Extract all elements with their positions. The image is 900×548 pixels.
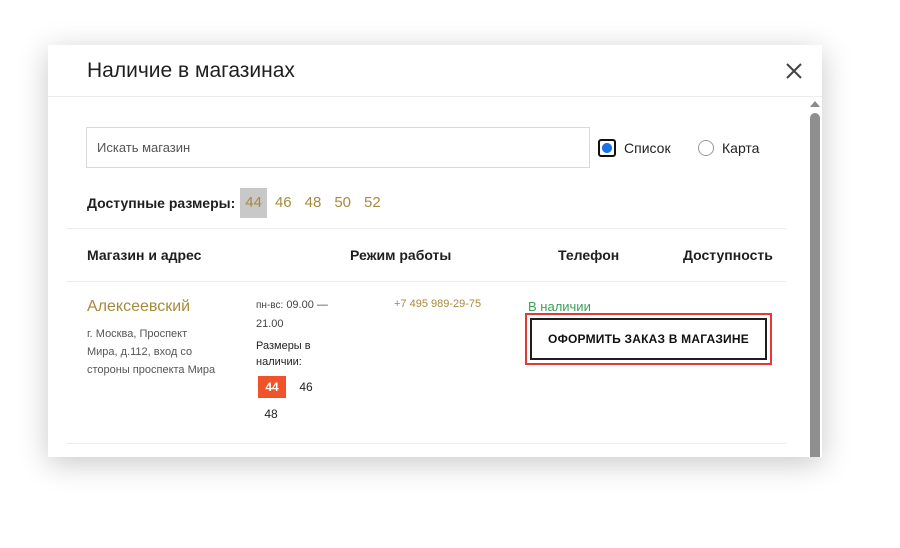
- scroll-up-arrow-icon[interactable]: [810, 101, 820, 107]
- stock-size-44: 44: [258, 376, 286, 398]
- row-bottom-divider: [66, 443, 786, 444]
- sizes-in-stock-label: Размеры в наличии:: [256, 340, 311, 368]
- store-search-input[interactable]: [86, 127, 590, 168]
- view-list-radio[interactable]: Список: [598, 138, 671, 158]
- header-availability: Доступность: [683, 247, 773, 263]
- size-chip-48[interactable]: 48: [300, 188, 327, 218]
- close-button[interactable]: [784, 61, 804, 81]
- scrollbar-thumb[interactable]: [810, 113, 820, 457]
- size-chip-46[interactable]: 46: [270, 188, 297, 218]
- size-chip-50[interactable]: 50: [329, 188, 356, 218]
- close-icon: [786, 63, 802, 79]
- list-radio-checked-icon[interactable]: [598, 139, 616, 157]
- order-in-store-button[interactable]: ОФОРМИТЬ ЗАКАЗ В МАГАЗИНЕ: [530, 318, 767, 360]
- modal-title: Наличие в магазинах: [87, 59, 295, 82]
- hours-days: пн-вс:: [256, 300, 284, 311]
- available-sizes-filter: Доступные размеры: 44 46 48 50 52: [87, 188, 389, 218]
- stock-size-48: 48: [264, 407, 278, 421]
- store-availability-modal: Наличие в магазинах Список Карта Доступн…: [48, 45, 822, 457]
- header-hours: Режим работы: [350, 247, 452, 263]
- availability-status: В наличии: [528, 299, 591, 314]
- view-map-radio[interactable]: Карта: [698, 138, 759, 158]
- modal-scrollbar[interactable]: [808, 99, 822, 457]
- view-list-label: Список: [624, 140, 671, 156]
- modal-header: Наличие в магазинах: [48, 45, 822, 97]
- size-chip-52[interactable]: 52: [359, 188, 386, 218]
- table-header-divider: [66, 281, 786, 282]
- view-map-label: Карта: [722, 140, 760, 156]
- available-sizes-label: Доступные размеры:: [87, 195, 236, 211]
- size-chip-44[interactable]: 44: [240, 188, 267, 218]
- store-name-link[interactable]: Алексеевский: [87, 298, 190, 316]
- store-phone-link[interactable]: +7 495 989-29-75: [394, 298, 481, 310]
- header-phone: Телефон: [558, 247, 620, 263]
- table-top-divider: [66, 228, 786, 229]
- store-hours: пн-вс: 09.00 — 21.00: [256, 296, 356, 333]
- stock-size-46: 46: [299, 380, 313, 394]
- header-store: Магазин и адрес: [87, 247, 202, 263]
- map-radio-unchecked-icon[interactable]: [698, 140, 714, 156]
- store-address: г. Москва, Проспект Мира, д.112, вход со…: [87, 328, 216, 376]
